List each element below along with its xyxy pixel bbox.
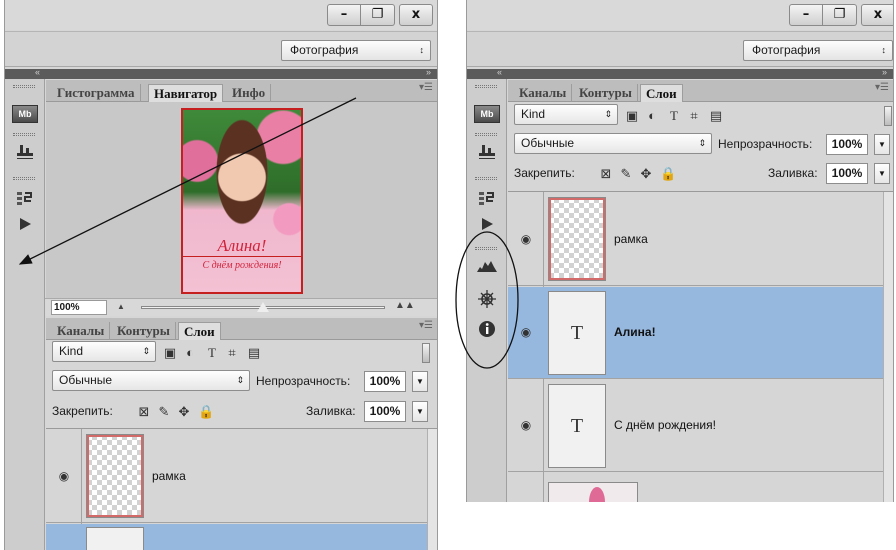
annotation-ellipse [455,231,519,369]
annotation-overlay [18,97,519,369]
annotation-arrow [18,97,357,265]
